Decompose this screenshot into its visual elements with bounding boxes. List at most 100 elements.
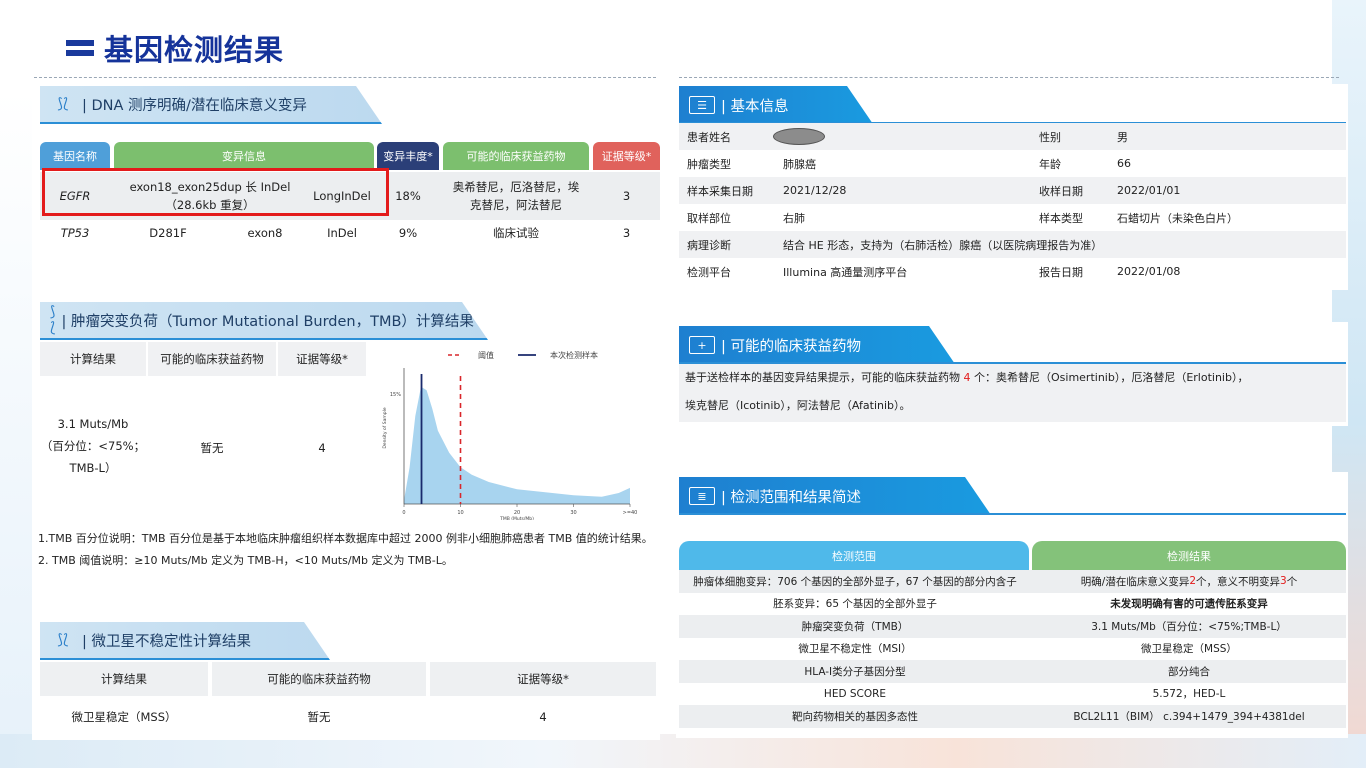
info-label: 年龄 (1039, 157, 1061, 171)
summary-result: 未发现明确有害的可遗传胚系变异 (1110, 598, 1268, 611)
header-abundance: 变异丰度* (377, 142, 439, 170)
tmb-header-drugs: 可能的临床获益药物 (148, 342, 276, 376)
info-value: 2022/01/08 (1117, 265, 1181, 278)
header-evidence: 证据等级* (593, 142, 660, 170)
vus-count: 3 (1280, 575, 1287, 588)
result-text: 个，意义不明变异 (1196, 575, 1281, 588)
highlight-box (42, 168, 389, 216)
summary-result: BCL2L11（BIM） c.394+1479_394+4381del (1073, 710, 1305, 723)
summary-result: 明确/潜在临床意义变异 2 个，意义不明变异 3 个 (1032, 570, 1346, 593)
msi-header-drugs: 可能的临床获益药物 (212, 662, 426, 696)
dna-helix-icon: ⟆⟅ (57, 96, 69, 112)
summary-header-scope: 检测范围 (679, 541, 1029, 570)
table-row: 靶向药物相关的基因多态性 BCL2L11（BIM） c.394+1479_394… (679, 705, 1346, 728)
summary-header-result: 检测结果 (1032, 541, 1346, 570)
tmb-section-tab: ⟆⟅ | 肿瘤突变负荷（Tumor Mutational Burden，TMB）… (40, 302, 488, 340)
drugs-title: | 可能的临床获益药物 (721, 338, 861, 355)
section-rule (679, 513, 1346, 515)
tmb-section-header: ⟆⟅ | 肿瘤突变负荷（Tumor Mutational Burden，TMB）… (40, 302, 660, 340)
page-title: 基因检测结果 (104, 33, 285, 67)
summary-title: | 检测范围和结果简述 (721, 489, 861, 506)
info-label: 收样日期 (1039, 184, 1083, 198)
table-row: 胚系变异：65 个基因的全部外显子 未发现明确有害的可遗传胚系变异 (679, 593, 1346, 616)
summary-result: 3.1 Muts/Mb（百分位：<75%;TMB-L） (1091, 620, 1287, 633)
abundance: 9% (398, 225, 418, 240)
dna-section-header: ⟆⟅ | DNA 测序明确/潜在临床意义变异 (40, 86, 660, 124)
summary-scope: 肿瘤体细胞变异：706 个基因的全部外显子，67 个基因的部分内含子 (693, 575, 1017, 588)
info-label: 检测平台 (687, 265, 731, 279)
msi-section-tab: ⟆⟅ | 微卫星不稳定性计算结果 (40, 622, 330, 660)
info-label: 样本采集日期 (687, 184, 753, 198)
summary-scope: 微卫星不稳定性（MSI） (798, 643, 912, 656)
tmb-drug: 暂无 (200, 441, 224, 455)
x-tick-label: >=40 (623, 510, 638, 516)
variant-exon: exon8 (247, 225, 283, 240)
legend-sample-label: 本次检测样本 (550, 350, 598, 360)
gene-name: TP53 (60, 225, 90, 240)
tmb-evidence: 4 (318, 441, 326, 455)
tmb-result-line: TMB-L） (69, 460, 117, 475)
msi-section-title: | 微卫星不稳定性计算结果 (82, 633, 251, 650)
info-row: 检测平台 Illumina 高通量测序平台 报告日期 2022/01/08 (679, 258, 1346, 285)
drugs-tab: + | 可能的临床获益药物 (679, 326, 955, 364)
x-tick-label: 10 (457, 510, 463, 516)
id-card-icon: ☰ (689, 96, 715, 114)
info-value: 肺腺癌 (783, 157, 816, 171)
table-row: HLA-Ⅰ类分子基因分型 部分纯合 (679, 660, 1346, 683)
info-value: 66 (1117, 157, 1131, 170)
report-page: 基因检测结果 ⟆⟅ | DNA 测序明确/潜在临床意义变异 基因名称 变异信息 … (0, 0, 1366, 768)
divider-right (679, 77, 1339, 78)
x-axis-label: TMB (Muts/Mb) (499, 516, 534, 520)
x-tick-label: 0 (402, 510, 405, 516)
page-header: 基因检测结果 (66, 27, 284, 69)
summary-scope: 靶向药物相关的基因多态性 (792, 710, 918, 723)
info-label: 样本类型 (1039, 211, 1083, 225)
basic-info-title: | 基本信息 (721, 98, 789, 115)
drugs-text-post: 个：奥希替尼（Osimertinib），厄洛替尼（Erlotinib）， (970, 371, 1249, 384)
summary-result: 部分纯合 (1168, 665, 1210, 678)
dna-section-title: | DNA 测序明确/潜在临床意义变异 (82, 97, 307, 114)
info-value: Illumina 高通量测序平台 (783, 265, 908, 279)
basic-info-header: ☰ | 基本信息 (679, 86, 1346, 124)
density-area (404, 386, 630, 504)
evidence-level: 3 (622, 225, 631, 240)
summary-result: 5.572，HED-L (1152, 688, 1226, 701)
header-gene: 基因名称 (40, 142, 110, 170)
info-value: 结合 HE 形态，支持为（右肺活检）腺癌（以医院病理报告为准） (783, 238, 1103, 252)
tmb-note-percentile: 1.TMB 百分位说明：TMB 百分位是基于本地临床肿瘤组织样本数据库中超过 2… (38, 532, 653, 545)
tmb-header-evidence: 证据等级* (278, 342, 366, 376)
info-label: 肿瘤类型 (687, 157, 731, 171)
info-value: 男 (1117, 130, 1128, 144)
table-row: 肿瘤体细胞变异：706 个基因的全部外显子，67 个基因的部分内含子 明确/潜在… (679, 570, 1346, 593)
title-bars-icon (66, 40, 94, 56)
tmb-note-threshold: 2. TMB 阈值说明：≥10 Muts/Mb 定义为 TMB-H，<10 Mu… (38, 554, 453, 567)
dna-helix-icon: ⟆⟅ (57, 632, 69, 648)
table-row: 微卫星不稳定性（MSI） 微卫星稳定（MSS） (679, 638, 1346, 661)
x-tick-label: 30 (570, 510, 576, 516)
summary-scope: 胚系变异：65 个基因的全部外显子 (773, 598, 937, 611)
summary-header: ≣ | 检测范围和结果简述 (679, 477, 1346, 515)
msi-evidence: 4 (539, 710, 547, 724)
header-variant: 变异信息 (114, 142, 374, 170)
drugs: 临床试验 (493, 225, 539, 240)
basic-info-tab: ☰ | 基本信息 (679, 86, 873, 124)
info-label: 报告日期 (1039, 265, 1083, 279)
redacted-name (773, 128, 825, 145)
msi-section-header: ⟆⟅ | 微卫星不稳定性计算结果 (40, 622, 660, 660)
divider-left (34, 77, 656, 78)
info-row: 肿瘤类型 肺腺癌 年龄 66 (679, 150, 1346, 177)
dna-section-tab: ⟆⟅ | DNA 测序明确/潜在临床意义变异 (40, 86, 382, 124)
drugs: 奥希替尼，厄洛替尼，埃克替尼，阿法替尼 (452, 179, 580, 212)
info-value: 右肺 (783, 211, 805, 225)
drugs-line-1: 基于送检样本的基因变异结果提示，可能的临床获益药物 4 个：奥希替尼（Osime… (685, 364, 1346, 392)
drugs-text-pre: 基于送检样本的基因变异结果提示，可能的临床获益药物 (685, 371, 964, 384)
msi-header-result: 计算结果 (40, 662, 208, 696)
info-row: 患者姓名 性别 男 (679, 123, 1346, 150)
info-row: 样本采集日期 2021/12/28 收样日期 2022/01/01 (679, 177, 1346, 204)
tmb-density-chart: 0 10 20 30 >=40 TMB (Muts/Mb) 15% Density of Sa… (382, 350, 638, 520)
result-text: 明确/潜在临床意义变异 (1080, 575, 1190, 588)
drugs-header: + | 可能的临床获益药物 (679, 326, 1346, 364)
summary-tab: ≣ | 检测范围和结果简述 (679, 477, 991, 515)
table-row: TP53 D281F exon8 InDel 9% 临床试验 3 (40, 222, 660, 244)
msi-result: 微卫星稳定（MSS） (71, 710, 177, 724)
